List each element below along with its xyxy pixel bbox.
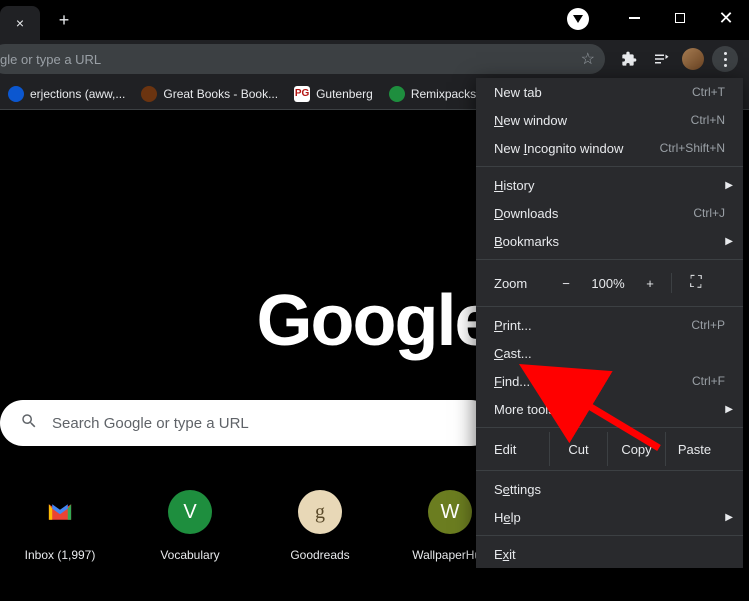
shortcut-label: Inbox (1,997) (25, 548, 96, 562)
zoom-out-button[interactable]: − (549, 276, 583, 291)
search-icon (20, 412, 38, 435)
window-controls: ✕ (611, 0, 749, 36)
shortcut-label: Goodreads (290, 548, 349, 562)
search-placeholder: Search Google or type a URL (52, 415, 249, 432)
maximize-button[interactable] (657, 0, 703, 36)
search-box[interactable]: Search Google or type a URL (0, 400, 494, 446)
main-menu-button[interactable] (711, 45, 739, 73)
menu-new-tab[interactable]: New tabCtrl+T (476, 78, 743, 106)
menu-history[interactable]: History▶ (476, 171, 743, 199)
new-tab-button[interactable]: + (50, 6, 78, 34)
menu-more-tools[interactable]: More tools▶ (476, 395, 743, 423)
close-tab-icon[interactable]: × (16, 15, 24, 31)
tab-strip: × + (0, 0, 78, 40)
chevron-right-icon: ▶ (725, 236, 733, 247)
zoom-value: 100% (583, 276, 633, 291)
menu-help[interactable]: Help▶ (476, 503, 743, 531)
menu-cast[interactable]: Cast... (476, 339, 743, 367)
menu-print[interactable]: Print...Ctrl+P (476, 311, 743, 339)
bookmark-label: Remixpacks (411, 87, 476, 101)
chevron-right-icon: ▶ (725, 512, 733, 523)
menu-edit: Edit Cut Copy Paste (476, 432, 743, 466)
cut-button[interactable]: Cut (549, 432, 607, 466)
menu-new-incognito[interactable]: New Incognito windowCtrl+Shift+N (476, 134, 743, 162)
menu-find[interactable]: Find...Ctrl+F (476, 367, 743, 395)
close-window-button[interactable]: ✕ (703, 0, 749, 36)
bookmark-star-icon[interactable]: ☆ (581, 49, 595, 69)
minimize-button[interactable] (611, 0, 657, 36)
profile-indicator-icon[interactable] (567, 8, 589, 30)
menu-zoom: Zoom − 100% + ⛶ (476, 264, 743, 302)
menu-settings[interactable]: Settings (476, 475, 743, 503)
shortcut-inbox[interactable]: Inbox (1,997) (20, 490, 100, 562)
bookmark-label: erjections (aww,... (30, 87, 125, 101)
shortcut-goodreads[interactable]: g Goodreads (280, 490, 360, 562)
profile-avatar[interactable] (679, 45, 707, 73)
bookmark-label: Great Books - Book... (163, 87, 278, 101)
active-tab[interactable]: × (0, 6, 40, 40)
chrome-main-menu: New tabCtrl+T New windowCtrl+N New Incog… (476, 78, 743, 568)
menu-new-window[interactable]: New windowCtrl+N (476, 106, 743, 134)
toolbar: gle or type a URL ☆ (0, 40, 749, 78)
bookmark-item[interactable]: Great Books - Book... (141, 86, 278, 102)
address-bar[interactable]: gle or type a URL ☆ (0, 44, 605, 74)
bookmark-label: Gutenberg (316, 87, 373, 101)
bookmark-item[interactable]: PGGutenberg (294, 86, 373, 102)
title-bar: × + ✕ (0, 0, 749, 40)
media-control-icon[interactable] (647, 45, 675, 73)
zoom-in-button[interactable]: + (633, 276, 667, 291)
paste-button[interactable]: Paste (665, 432, 723, 466)
menu-downloads[interactable]: DownloadsCtrl+J (476, 199, 743, 227)
fullscreen-icon[interactable]: ⛶ (676, 274, 716, 292)
chevron-right-icon: ▶ (725, 404, 733, 415)
shortcut-vocabulary[interactable]: V Vocabulary (150, 490, 230, 562)
omnibox-text: gle or type a URL (0, 52, 101, 67)
chevron-right-icon: ▶ (725, 180, 733, 191)
bookmark-item[interactable]: erjections (aww,... (8, 86, 125, 102)
shortcut-label: Vocabulary (160, 548, 219, 562)
extensions-icon[interactable] (615, 45, 643, 73)
menu-bookmarks[interactable]: Bookmarks▶ (476, 227, 743, 255)
copy-button[interactable]: Copy (607, 432, 665, 466)
bookmark-item[interactable]: Remixpacks (389, 86, 476, 102)
google-logo: Google (257, 280, 493, 362)
menu-exit[interactable]: Exit (476, 540, 743, 568)
